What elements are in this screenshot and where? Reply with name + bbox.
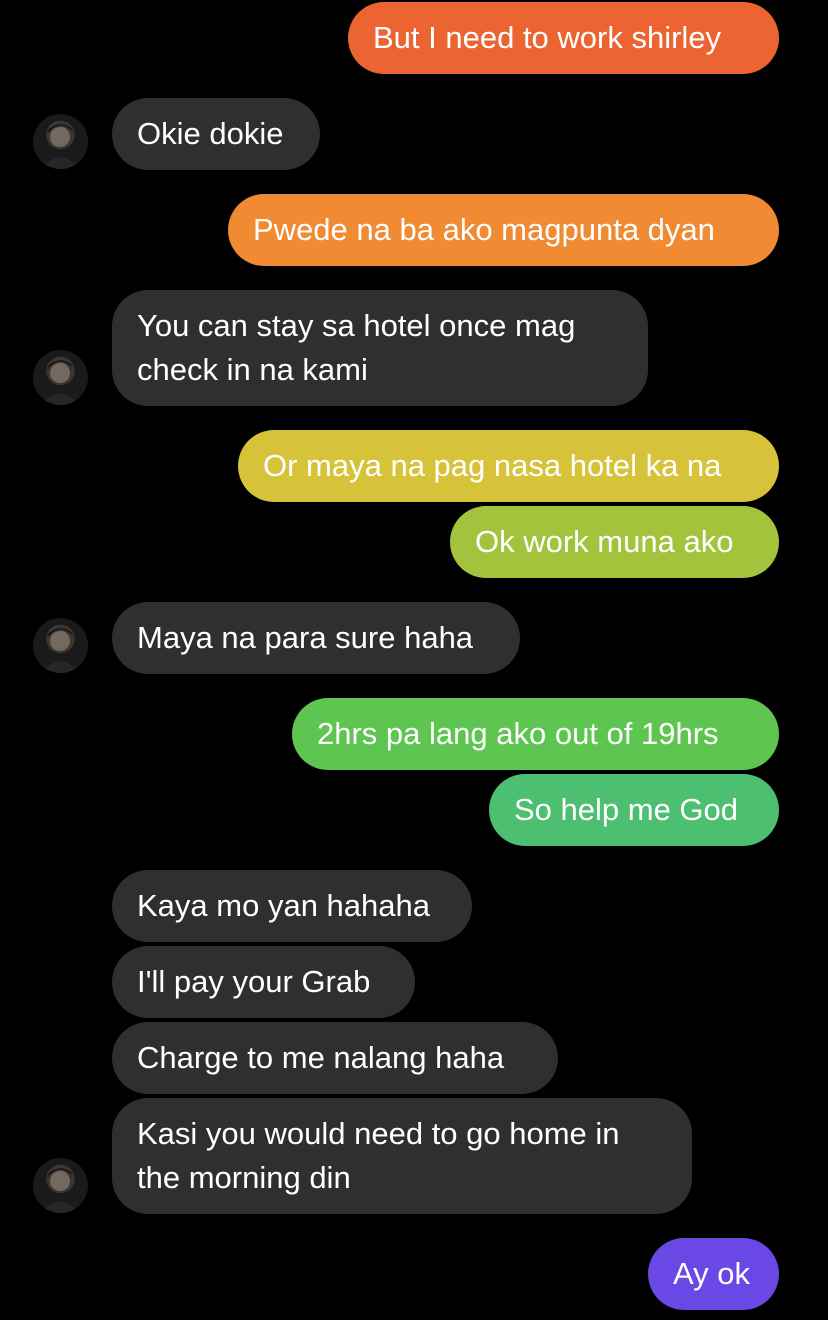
outgoing-message[interactable]: 2hrs pa lang ako out of 19hrs [292,698,779,770]
outgoing-message[interactable]: Pwede na ba ako magpunta dyan [228,194,779,266]
contact-avatar-icon[interactable] [33,618,88,673]
outgoing-message[interactable]: Ay ok [648,1238,779,1310]
outgoing-message[interactable]: So help me God [489,774,779,846]
incoming-message[interactable]: Kasi you would need to go home in the mo… [112,1098,692,1214]
outgoing-message[interactable]: Ok work muna ako [450,506,779,578]
contact-avatar-icon[interactable] [33,114,88,169]
incoming-message[interactable]: Okie dokie [112,98,320,170]
contact-avatar-icon[interactable] [33,1158,88,1213]
incoming-message[interactable]: I'll pay your Grab [112,946,415,1018]
incoming-message[interactable]: You can stay sa hotel once mag check in … [112,290,648,406]
outgoing-message[interactable]: Or maya na pag nasa hotel ka na [238,430,779,502]
contact-avatar-icon[interactable] [33,350,88,405]
incoming-message[interactable]: Kaya mo yan hahaha [112,870,472,942]
outgoing-message[interactable]: But I need to work shirley [348,2,779,74]
incoming-message[interactable]: Charge to me nalang haha [112,1022,558,1094]
incoming-message[interactable]: Maya na para sure haha [112,602,520,674]
